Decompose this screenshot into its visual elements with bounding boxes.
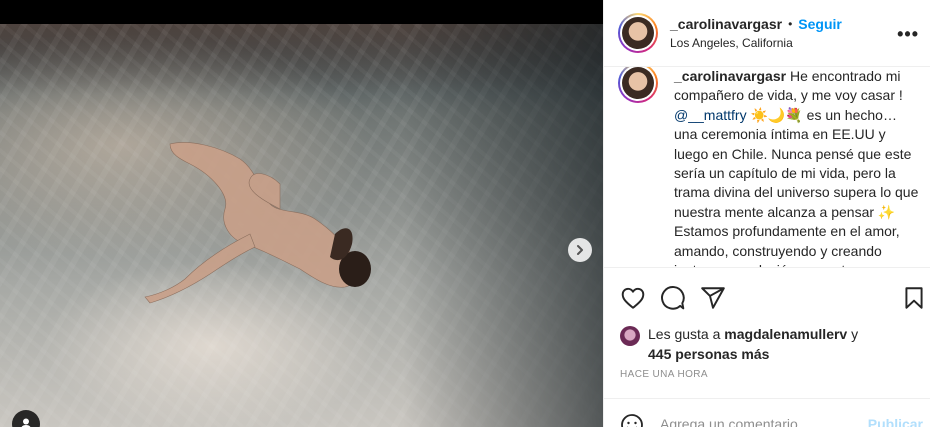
- post-location[interactable]: Los Angeles, California: [670, 36, 842, 50]
- caption-text-2: es un hecho… una ceremonia íntima en EE.…: [674, 106, 919, 267]
- bookmark-icon[interactable]: [901, 285, 927, 311]
- heart-icon[interactable]: [620, 285, 646, 311]
- photo-pool-wall: [403, 24, 603, 427]
- post-caption: _carolinavargasr He encontrado mi compañ…: [674, 67, 920, 267]
- author-username[interactable]: _carolinavargasr: [670, 16, 782, 32]
- comment-icon[interactable]: [660, 285, 686, 311]
- user-icon: [21, 418, 31, 427]
- avatar[interactable]: [618, 13, 658, 53]
- caption-emojis: ☀️🌙💐: [746, 106, 803, 123]
- follow-button[interactable]: Seguir: [798, 16, 842, 32]
- more-options-icon[interactable]: •••: [897, 24, 919, 45]
- post-photo[interactable]: [0, 24, 603, 427]
- caption-username[interactable]: _carolinavargasr: [674, 68, 786, 84]
- comment-input[interactable]: Agrega un comentario...: [660, 416, 809, 427]
- separator-dot: •: [788, 17, 793, 31]
- post-header: _carolinavargasr • Seguir Los Angeles, C…: [604, 0, 930, 67]
- chevron-right-icon: [577, 245, 583, 255]
- next-photo-button[interactable]: [568, 238, 592, 262]
- action-bar: [604, 267, 930, 317]
- avatar-image: [622, 67, 654, 99]
- likes-summary: Les gusta a magdalenamullerv y 445 perso…: [620, 324, 858, 364]
- likes-prefix: Les gusta a: [648, 326, 725, 342]
- post-side-panel: _carolinavargasr • Seguir Los Angeles, C…: [603, 0, 930, 427]
- caption-avatar[interactable]: [618, 67, 658, 103]
- comment-bar: Agrega un comentario... Publicar: [604, 398, 930, 427]
- likes-count[interactable]: 445 personas más: [648, 346, 769, 362]
- liker-username[interactable]: magdalenamullerv: [724, 326, 847, 342]
- avatar-image: [622, 17, 654, 49]
- photo-swimmers: [144, 142, 371, 304]
- caption-mention[interactable]: @__mattfry: [674, 107, 747, 123]
- emoji-icon[interactable]: [620, 413, 644, 427]
- liker-avatar[interactable]: [620, 326, 640, 346]
- share-icon[interactable]: [700, 285, 726, 311]
- publish-button[interactable]: Publicar: [868, 416, 923, 427]
- likes-middle: y: [847, 326, 859, 342]
- caption-area: _carolinavargasr He encontrado mi compañ…: [604, 67, 930, 267]
- post-timestamp[interactable]: HACE UNA HORA: [620, 369, 708, 380]
